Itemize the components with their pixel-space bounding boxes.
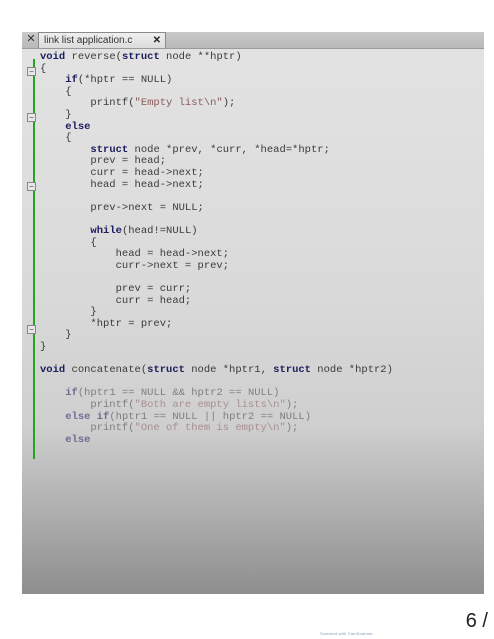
page-number: 6 / <box>465 610 488 632</box>
code-line: curr->next = prev; <box>40 259 230 272</box>
panel-close-icon[interactable]: ✕ <box>25 33 37 46</box>
file-tab[interactable]: link list application.c ✕ <box>38 32 166 48</box>
fold-toggle-icon[interactable]: − <box>27 325 36 334</box>
code-line: void concatenate(struct node *hptr1, str… <box>40 364 393 377</box>
tab-close-icon[interactable]: ✕ <box>153 34 161 47</box>
fold-toggle-icon[interactable]: − <box>27 182 36 191</box>
code-screenshot-photo: ✕ link list application.c ✕ − − − − void… <box>22 32 484 594</box>
code-line: void reverse(struct node **hptr) <box>40 51 242 63</box>
code-line: else <box>65 433 91 446</box>
document-footer: Scanned with CamScanner 6 / <box>0 594 494 639</box>
code-line: } <box>40 341 47 353</box>
file-tab-label: link list application.c <box>44 35 133 46</box>
fold-toggle-icon[interactable]: − <box>27 113 36 122</box>
tab-bar: ✕ link list application.c ✕ <box>22 32 484 49</box>
code-line: head = head->next; <box>40 178 204 191</box>
fold-toggle-icon[interactable]: − <box>27 67 36 76</box>
scanner-watermark: Scanned with CamScanner <box>320 631 374 636</box>
code-line: prev->next = NULL; <box>40 201 204 214</box>
editor-gutter: − − − − <box>22 49 38 489</box>
